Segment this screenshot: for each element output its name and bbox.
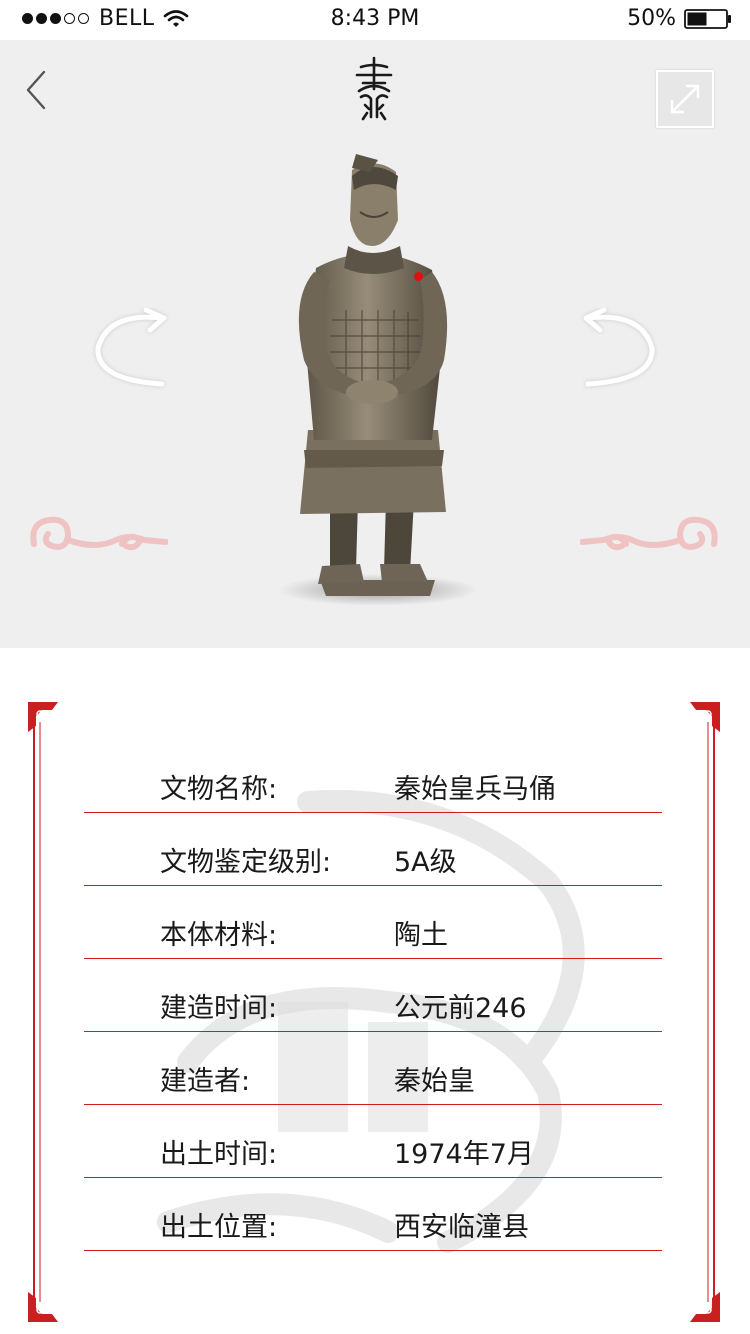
info-value: 公元前246 <box>394 993 527 1024</box>
back-button[interactable] <box>18 68 58 112</box>
artifact-info-card: 文物名称: 秦始皇兵马俑 文物鉴定级别: 5A级 本体材料: 陶土 建造时间: … <box>28 702 720 1322</box>
chevron-left-icon <box>26 70 46 110</box>
qin-seal-logo <box>355 56 393 121</box>
rotate-right-button[interactable] <box>576 308 662 394</box>
battery-icon <box>684 8 731 29</box>
terracotta-warrior-statue <box>278 154 478 606</box>
info-label: 本体材料: <box>160 920 278 951</box>
cloud-ornament-left <box>30 516 168 551</box>
info-value: 1974年7月 <box>394 1139 534 1170</box>
status-right: 50% <box>627 6 732 31</box>
info-label: 建造者: <box>160 1066 251 1097</box>
info-row-material: 本体材料: 陶土 <box>84 886 662 959</box>
info-value: 5A级 <box>394 847 457 878</box>
cloud-ornament-right <box>580 516 718 551</box>
rotate-left-icon <box>95 308 167 387</box>
status-bar: BELL 8:43 PM 50% <box>0 0 750 40</box>
info-value: 陶土 <box>394 920 448 951</box>
artifact-info-table: 文物名称: 秦始皇兵马俑 文物鉴定级别: 5A级 本体材料: 陶土 建造时间: … <box>84 754 662 1251</box>
expand-button[interactable] <box>656 70 714 128</box>
info-row-name: 文物名称: 秦始皇兵马俑 <box>84 754 662 813</box>
info-label: 出土位置: <box>160 1212 278 1243</box>
info-label: 文物鉴定级别: <box>160 847 332 878</box>
info-row-builder: 建造者: 秦始皇 <box>84 1032 662 1105</box>
info-label: 建造时间: <box>160 993 278 1024</box>
artifact-viewer <box>0 40 750 648</box>
artifact-hotspot[interactable] <box>414 272 423 281</box>
battery-percentage: 50% <box>627 6 676 31</box>
info-label: 出土时间: <box>160 1139 278 1170</box>
info-row-excavation-time: 出土时间: 1974年7月 <box>84 1105 662 1178</box>
info-value: 秦始皇兵马俑 <box>394 774 556 805</box>
info-row-build-time: 建造时间: 公元前246 <box>84 959 662 1032</box>
info-row-grade: 文物鉴定级别: 5A级 <box>84 813 662 886</box>
info-row-excavation-location: 出土位置: 西安临潼县 <box>84 1178 662 1251</box>
expand-icon <box>670 84 700 114</box>
info-label: 文物名称: <box>160 774 278 805</box>
info-value: 西安临潼县 <box>394 1212 529 1243</box>
rotate-right-icon <box>583 308 655 387</box>
info-value: 秦始皇 <box>394 1066 475 1097</box>
rotate-left-button[interactable] <box>88 308 174 394</box>
